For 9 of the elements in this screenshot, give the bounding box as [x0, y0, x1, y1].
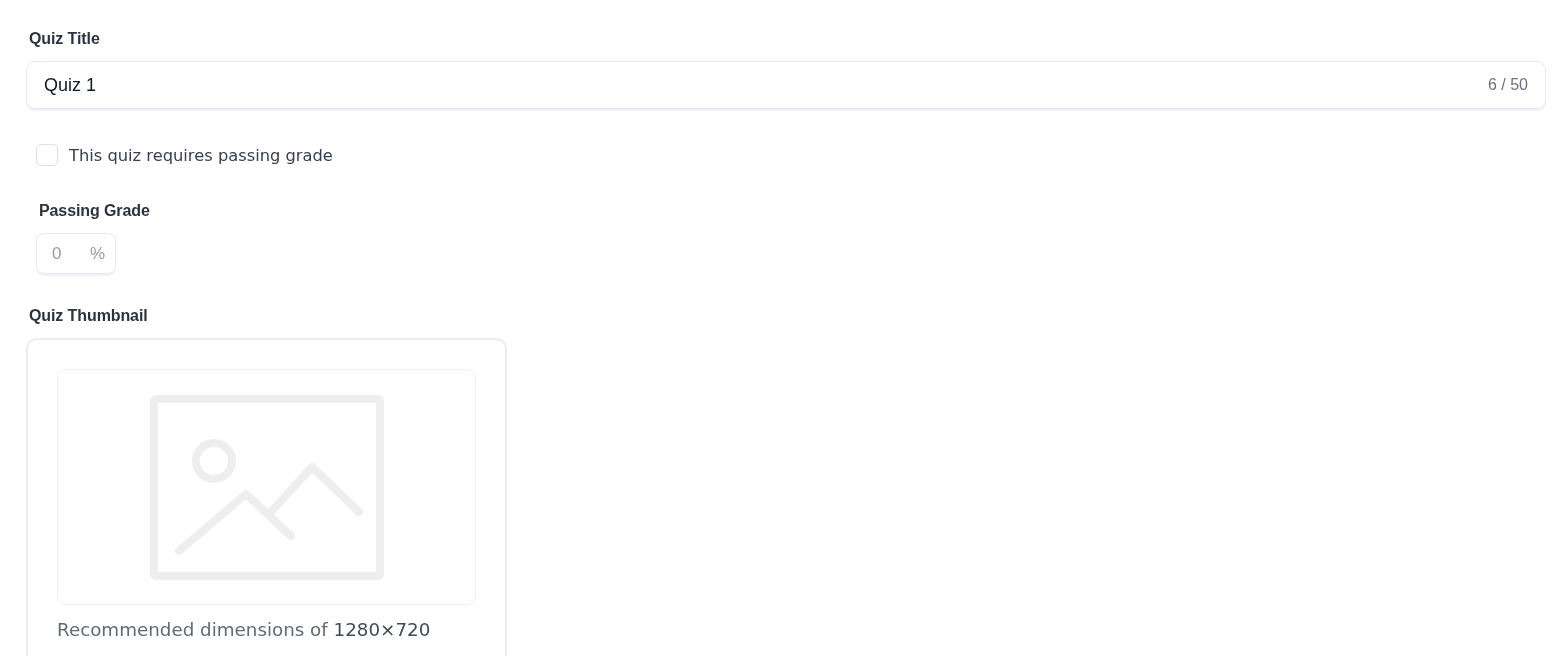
checkbox-label[interactable]: This quiz requires passing grade: [69, 145, 333, 165]
quiz-title-input[interactable]: Quiz 1 6 / 50: [26, 61, 1546, 109]
character-counter: 6 / 50: [1487, 76, 1528, 94]
thumbnail-caption: Recommended dimensions of 1280×720: [57, 618, 431, 642]
field-label: Passing Grade: [39, 201, 150, 221]
percent-unit: %: [89, 243, 105, 264]
field-label: Quiz Title: [29, 29, 100, 49]
checkbox[interactable]: [36, 144, 58, 166]
field-label: Quiz Thumbnail: [29, 306, 148, 326]
